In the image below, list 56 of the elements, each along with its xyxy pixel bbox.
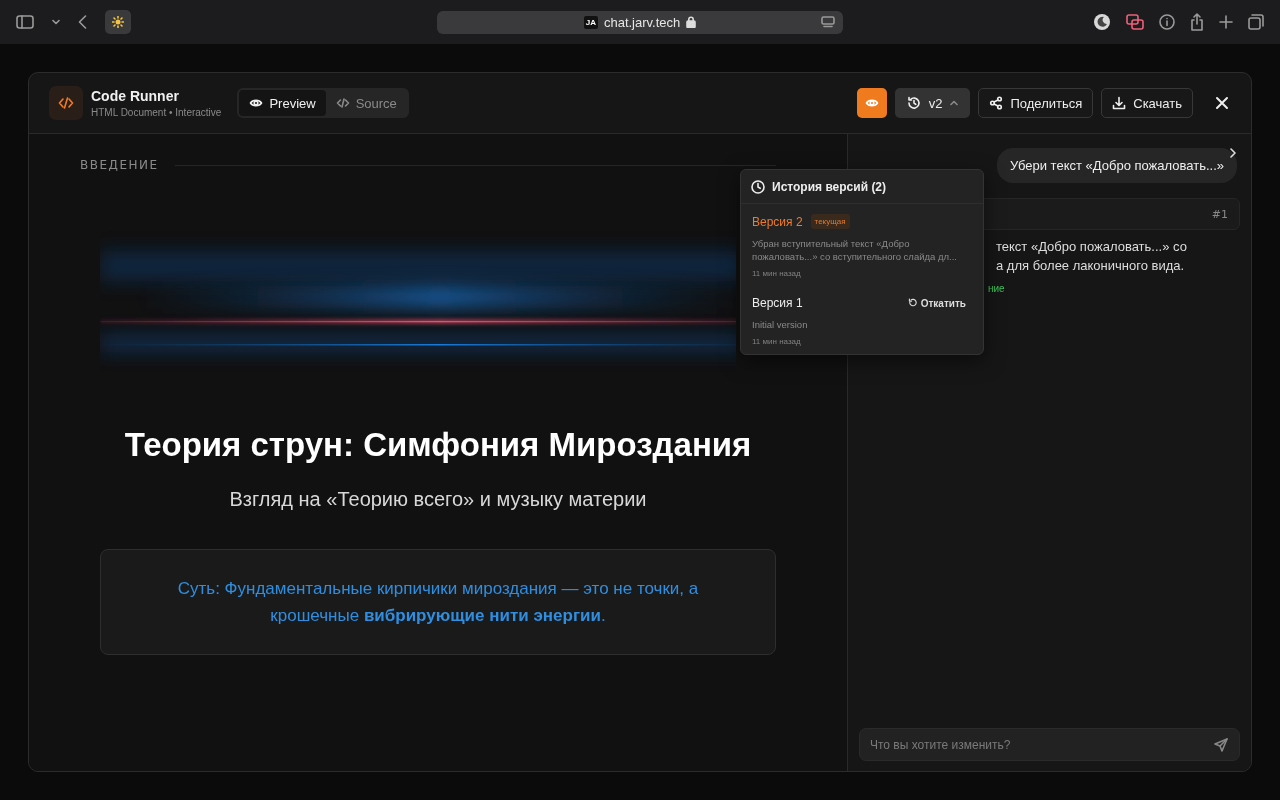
url-text: chat.jarv.tech xyxy=(603,14,681,30)
message-input[interactable]: Что вы хотите изменить? xyxy=(859,728,1240,761)
history-icon xyxy=(906,96,921,110)
sidebar-icon[interactable] xyxy=(16,15,34,29)
send-icon[interactable] xyxy=(1214,738,1228,752)
tabs-icon[interactable] xyxy=(1248,14,1264,30)
moon-icon[interactable] xyxy=(1093,13,1111,31)
caret-up-icon xyxy=(950,100,959,106)
version-button[interactable]: v2 xyxy=(894,88,971,118)
response-number: #1 xyxy=(1211,207,1228,221)
undo-icon xyxy=(907,298,918,308)
preview-toggle[interactable] xyxy=(856,88,887,118)
slide-title: Теория струн: Симфония Мироздания xyxy=(124,426,752,464)
code-icon xyxy=(335,96,350,110)
slide-subtitle: Взгляд на «Теорию всего» и музыку материи xyxy=(229,488,647,511)
chevron-right-icon xyxy=(1230,148,1236,158)
callout-text: Суть: Фундаментальные кирпичики мироздания — это не точки, а крошечные вибрирующие нити энергии. xyxy=(176,578,700,627)
address-bar[interactable]: JA chat.jarv.tech xyxy=(437,10,843,34)
clock-icon xyxy=(751,179,765,194)
view-tab[interactable]: Preview xyxy=(239,90,326,116)
version-name: Версия 1 xyxy=(752,296,803,310)
plus-icon[interactable] xyxy=(1219,15,1233,29)
code-icon xyxy=(58,96,74,110)
current-badge: текущая xyxy=(810,214,850,229)
version-description: Initial version xyxy=(752,318,809,331)
lock-icon xyxy=(686,16,697,28)
version-name: Версия 2 xyxy=(752,214,803,229)
version-description: Убран вступительный текст «Добро пожаловать...» со вступительного слайда дл... xyxy=(752,237,958,263)
back-icon[interactable] xyxy=(78,15,87,29)
version-item[interactable]: Версия 2 текущая Убран вступительный текст «Добро пожаловать...» со вступительного слайда дл... 11 мин назад xyxy=(741,204,983,286)
share-button[interactable]: Поделиться xyxy=(978,88,1094,118)
windows-icon[interactable] xyxy=(1126,14,1144,30)
user-message: Убери текст «Добро пожаловать...» xyxy=(997,148,1237,183)
download-button[interactable]: Скачать xyxy=(1101,88,1193,118)
site-badge: JA xyxy=(583,15,598,29)
status-text: ние xyxy=(988,282,1006,296)
app-title: Code Runner xyxy=(91,88,180,104)
share-icon xyxy=(989,96,1004,110)
reader-icon xyxy=(821,15,835,28)
app-subtitle: HTML Document • Interactive xyxy=(91,107,222,118)
close-icon[interactable] xyxy=(1215,96,1229,110)
info-icon[interactable] xyxy=(1159,14,1175,30)
section-label: ВВЕДЕНИЕ xyxy=(80,158,159,172)
sun-icon xyxy=(112,16,124,28)
share-icon[interactable] xyxy=(1190,13,1204,31)
revert-button[interactable]: Откатить xyxy=(907,297,972,309)
view-tab[interactable]: Source xyxy=(325,90,407,116)
version-item[interactable]: Версия 1 Откатить Initial version 11 мин назад xyxy=(741,286,983,354)
version-time: 11 мин назад xyxy=(752,337,802,346)
tab-favicon[interactable] xyxy=(105,10,131,34)
response-text: а для более лаконичного вида. xyxy=(996,257,1186,275)
response-text: текст «Добро пожаловать...» со xyxy=(996,238,1188,256)
chevron-down-icon[interactable] xyxy=(52,19,60,25)
menu-title: История версий (2) xyxy=(772,179,887,194)
download-icon xyxy=(1112,96,1127,110)
version-time: 11 мин назад xyxy=(752,269,802,278)
